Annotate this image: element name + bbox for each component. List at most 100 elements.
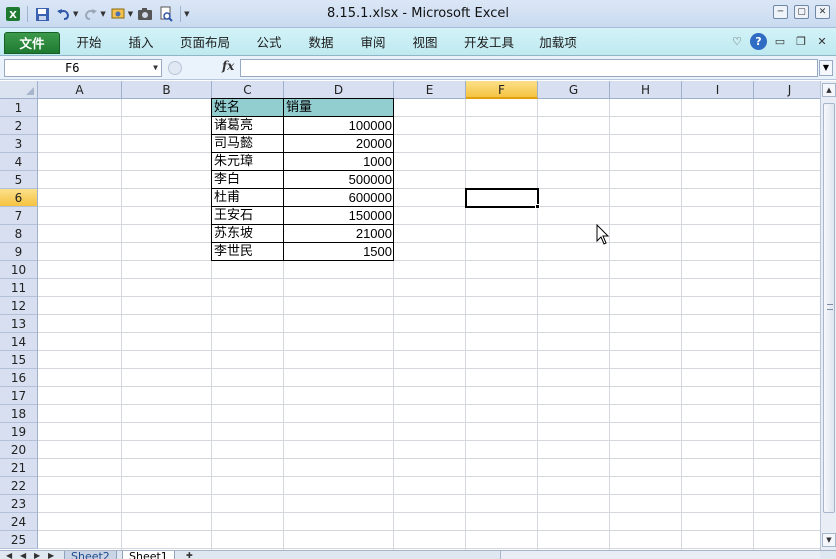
window-minimize-button[interactable]: ─ [773,5,788,19]
grid-row-line [38,314,820,315]
grid-column-line [609,99,610,550]
formula-bar: F6 ▼ fx ▼ [0,56,836,80]
tab-page-layout[interactable]: 页面布局 [174,32,236,54]
tab-view[interactable]: 视图 [404,32,446,54]
row-header-22[interactable]: 22 [0,477,38,495]
title-bar: X ▼ ▼ ▼ ▼ 8.15.1.xlsx - Microsoft Excel … [0,0,836,28]
row-header-9[interactable]: 9 [0,243,38,261]
row-header-1[interactable]: 1 [0,99,38,117]
row-header-4[interactable]: 4 [0,153,38,171]
name-box-dropdown-icon[interactable]: ▼ [153,60,158,76]
select-all-corner[interactable] [0,81,38,99]
tab-file[interactable]: 文件 [4,32,60,54]
row-header-19[interactable]: 19 [0,423,38,441]
tab-developer[interactable]: 开发工具 [458,32,520,54]
worksheet-grid[interactable]: A B C D E F G H I J 1 2 3 4 5 6 7 8 9 10 11 12 13 14 15 16 17 18 19 2… [0,81,820,550]
new-sheet-icon[interactable]: ✚ [186,551,193,559]
scroll-down-icon[interactable]: ▼ [822,533,836,547]
row-header-12[interactable]: 12 [0,297,38,315]
grid-row-line [38,332,820,333]
selected-cell-outline[interactable] [465,188,539,208]
first-sheet-icon[interactable]: ◀ [6,551,12,559]
column-header-f[interactable]: F [466,81,538,99]
grid-row-line [38,260,820,261]
row-header-17[interactable]: 17 [0,387,38,405]
row-header-11[interactable]: 11 [0,279,38,297]
scroll-up-icon[interactable]: ▲ [822,83,836,97]
row-header-16[interactable]: 16 [0,369,38,387]
name-box[interactable]: F6 ▼ [4,59,162,77]
column-header-d[interactable]: D [284,81,394,99]
ribbon-tab-bar: 文件 开始 插入 页面布局 公式 数据 审阅 视图 开发工具 加载项 ♡ ? ▭… [0,28,836,56]
vertical-scroll-thumb[interactable] [823,103,835,513]
tab-insert[interactable]: 插入 [120,32,162,54]
window-title: 8.15.1.xlsx - Microsoft Excel [327,6,509,21]
table-cell-border [283,170,394,189]
tab-addins[interactable]: 加载项 [532,32,584,54]
grid-row-line [38,458,820,459]
formula-cancel-icon[interactable] [168,61,182,75]
table-cell-border [283,98,394,117]
formula-input[interactable] [240,59,818,77]
name-box-value: F6 [65,61,80,75]
column-header-c[interactable]: C [212,81,284,99]
tab-review[interactable]: 审阅 [352,32,394,54]
sheet-tab-sheet2[interactable]: Sheet2 [64,551,117,559]
row-header-5[interactable]: 5 [0,171,38,189]
tab-formulas[interactable]: 公式 [248,32,290,54]
close-icon[interactable]: ✕ [814,34,830,50]
row-header-18[interactable]: 18 [0,405,38,423]
window-controls: ─ ▢ ✕ [773,5,830,19]
table-cell-border [283,242,394,261]
vertical-scrollbar[interactable]: ▲ ▼ [820,81,836,550]
row-header-7[interactable]: 7 [0,207,38,225]
column-header-g[interactable]: G [538,81,610,99]
fill-handle[interactable] [535,204,540,209]
grid-row-line [38,404,820,405]
window-close-button[interactable]: ✕ [815,5,830,19]
last-sheet-icon[interactable]: ▶ [48,551,54,559]
minimize-icon[interactable]: ▭ [772,34,788,50]
table-cell-border [283,116,394,135]
tab-home[interactable]: 开始 [68,32,110,54]
grid-row-line [38,278,820,279]
grid-column-line [121,99,122,550]
row-header-10[interactable]: 10 [0,261,38,279]
sheet-tab-sheet1[interactable]: Sheet1 [122,551,175,559]
row-header-6[interactable]: 6 [0,189,38,207]
insert-function-icon[interactable]: fx [222,59,234,73]
column-header-h[interactable]: H [610,81,682,99]
table-cell-border [211,152,284,171]
help-icon[interactable]: ? [750,33,767,50]
row-header-3[interactable]: 3 [0,135,38,153]
column-header-b[interactable]: B [122,81,212,99]
prev-sheet-icon[interactable]: ◀ [20,551,26,559]
row-header-14[interactable]: 14 [0,333,38,351]
grid-row-line [38,476,820,477]
row-header-2[interactable]: 2 [0,117,38,135]
row-header-24[interactable]: 24 [0,513,38,531]
restore-icon[interactable]: ❐ [793,34,809,50]
column-header-i[interactable]: I [682,81,754,99]
expand-formula-bar-icon[interactable]: ▼ [819,60,833,76]
row-header-15[interactable]: 15 [0,351,38,369]
table-cell-border [211,242,284,261]
grid-row-line [38,350,820,351]
horizontal-scrollbar[interactable] [500,551,820,559]
tab-data[interactable]: 数据 [300,32,342,54]
table-cell-border [211,170,284,189]
sheet-tab-bar: ◀ ◀ ▶ ▶ Sheet2 Sheet1 ✚ [0,550,836,559]
column-header-j[interactable]: J [754,81,820,99]
row-header-25[interactable]: 25 [0,531,38,549]
column-header-e[interactable]: E [394,81,466,99]
window-maximize-button[interactable]: ▢ [794,5,809,19]
grid-row-line [38,512,820,513]
row-header-23[interactable]: 23 [0,495,38,513]
row-header-13[interactable]: 13 [0,315,38,333]
row-header-20[interactable]: 20 [0,441,38,459]
collapse-ribbon-icon[interactable]: ♡ [729,34,745,50]
column-header-a[interactable]: A [38,81,122,99]
row-header-21[interactable]: 21 [0,459,38,477]
row-header-8[interactable]: 8 [0,225,38,243]
next-sheet-icon[interactable]: ▶ [34,551,40,559]
